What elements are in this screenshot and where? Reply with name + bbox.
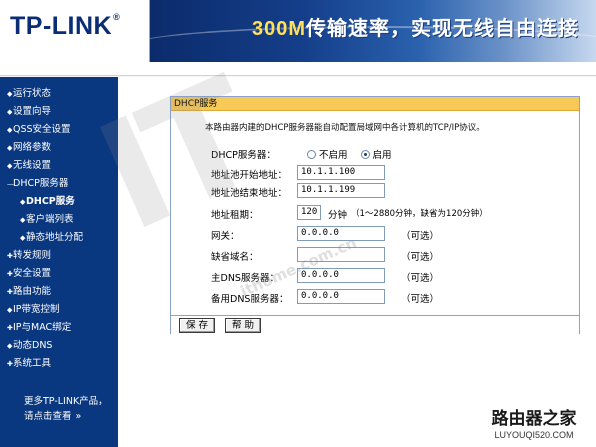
radio-enable-label[interactable]: 启用: [373, 150, 392, 161]
start-address-input[interactable]: 10.1.1.100: [297, 165, 385, 180]
end-address-input[interactable]: 10.1.1.199: [297, 183, 385, 198]
start-address-label: 地址池开始地址：: [211, 170, 288, 181]
plus-icon: ✚: [7, 360, 13, 368]
help-button[interactable]: 帮 助: [225, 318, 261, 333]
bullet-icon: ◆: [7, 126, 13, 134]
button-bar: 保 存 帮 助: [171, 315, 579, 334]
sidebar-item-static-address[interactable]: ◆ 静态地址分配: [0, 229, 118, 247]
sidebar-item-bandwidth[interactable]: ◆ IP带宽控制: [0, 301, 118, 319]
sidebar-item-network[interactable]: ◆ 网络参数: [0, 139, 118, 157]
plus-icon: ✚: [7, 288, 13, 296]
secondary-dns-input[interactable]: 0.0.0.0: [297, 289, 385, 304]
bullet-icon: ◆: [7, 342, 13, 350]
lease-unit: 分钟: [328, 210, 348, 221]
bullet-icon: ◆: [7, 306, 13, 314]
dhcp-radio-group: 不启用 启用: [307, 147, 402, 161]
bullet-icon: ◆: [20, 234, 26, 242]
main-content: DHCP服务 本路由器内建的DHCP服务器能自动配置局域网中各计算机的TCP/I…: [118, 77, 596, 447]
lease-label: 地址租期：: [211, 210, 259, 221]
dhcp-settings-panel: DHCP服务 本路由器内建的DHCP服务器能自动配置局域网中各计算机的TCP/I…: [170, 96, 580, 334]
gateway-label: 网关：: [211, 231, 240, 242]
sidebar-item-ip-mac-binding[interactable]: ✚ IP与MAC绑定: [0, 319, 118, 337]
secondary-dns-optional: （可选）: [401, 294, 440, 305]
plus-icon: ✚: [7, 270, 13, 278]
primary-dns-label: 主DNS服务器：: [211, 273, 279, 284]
sidebar-item-dhcp-server[interactable]: — DHCP服务器: [0, 175, 118, 193]
dhcp-server-label: DHCP服务器：: [211, 150, 276, 161]
domain-optional: （可选）: [401, 252, 440, 263]
gateway-input[interactable]: 0.0.0.0: [297, 226, 385, 241]
domain-input[interactable]: [297, 247, 385, 262]
secondary-dns-label: 备用DNS服务器：: [211, 294, 289, 305]
plus-icon: ✚: [7, 324, 13, 332]
lease-hint: （1～2880分钟，缺省为120分钟）: [351, 209, 488, 219]
sidebar-item-setup-wizard[interactable]: ◆ 设置向导: [0, 103, 118, 121]
sidebar-item-status[interactable]: ◆ 运行状态: [0, 85, 118, 103]
sidebar-item-wireless[interactable]: ◆ 无线设置: [0, 157, 118, 175]
end-address-label: 地址池结束地址：: [211, 188, 288, 199]
bullet-icon: ◆: [7, 162, 13, 170]
router-admin-page: TP-LINK® 300M传输速率，实现无线自由连接 ◆ 运行状态 ◆ 设置向导 ◆…: [0, 0, 596, 447]
header-slogan: 300M传输速率，实现无线自由连接: [252, 16, 580, 40]
radio-disable-label[interactable]: 不启用: [319, 150, 348, 161]
bullet-icon: ◆: [7, 108, 13, 116]
sidebar-item-forwarding[interactable]: ✚ 转发规则: [0, 247, 118, 265]
sidebar-menu: ◆ 运行状态 ◆ 设置向导 ◆ QSS安全设置 ◆ 网络参数 ◆ 无线设置 — DHCP服务…: [0, 85, 118, 373]
gateway-optional: （可选）: [401, 231, 440, 242]
panel-intro: 本路由器内建的DHCP服务器能自动配置局域网中各计算机的TCP/IP协议。: [205, 123, 485, 133]
sidebar-item-ddns[interactable]: ◆ 动态DNS: [0, 337, 118, 355]
sidebar-item-qss[interactable]: ◆ QSS安全设置: [0, 121, 118, 139]
primary-dns-input[interactable]: 0.0.0.0: [297, 268, 385, 283]
double-arrow-icon: »: [75, 411, 82, 422]
more-products-link[interactable]: 更多TP-LINK产品， 请点击查看»: [24, 394, 108, 424]
bullet-icon: ◆: [20, 216, 26, 224]
sidebar-item-routing[interactable]: ✚ 路由功能: [0, 283, 118, 301]
plus-icon: ✚: [7, 252, 13, 260]
save-button[interactable]: 保 存: [179, 318, 215, 333]
sidebar-item-dhcp-service[interactable]: ◆ DHCP服务: [0, 193, 118, 211]
sidebar-nav: ◆ 运行状态 ◆ 设置向导 ◆ QSS安全设置 ◆ 网络参数 ◆ 无线设置 — DHCP服务…: [0, 77, 118, 447]
bullet-icon: ◆: [20, 198, 26, 206]
more-products-line2: 请点击查看»: [24, 411, 82, 422]
tp-link-logo: TP-LINK®: [10, 12, 121, 40]
more-products-line1: 更多TP-LINK产品，: [24, 396, 108, 407]
radio-disable[interactable]: [307, 150, 316, 159]
sidebar-item-client-list[interactable]: ◆ 客户端列表: [0, 211, 118, 229]
header-banner: TP-LINK® 300M传输速率，实现无线自由连接: [0, 0, 596, 62]
logo-box: TP-LINK®: [0, 0, 150, 62]
sidebar-item-system-tools[interactable]: ✚ 系统工具: [0, 355, 118, 373]
domain-label: 缺省域名：: [211, 252, 259, 263]
panel-title: DHCP服务: [171, 97, 579, 111]
sidebar-item-security[interactable]: ✚ 安全设置: [0, 265, 118, 283]
header-strip: [0, 62, 596, 76]
bullet-icon: ◆: [7, 90, 13, 98]
dash-icon: —: [7, 180, 14, 188]
radio-enable[interactable]: [360, 150, 370, 159]
lease-time-input[interactable]: 120: [297, 205, 321, 220]
bullet-icon: ◆: [7, 144, 13, 152]
primary-dns-optional: （可选）: [401, 273, 440, 284]
